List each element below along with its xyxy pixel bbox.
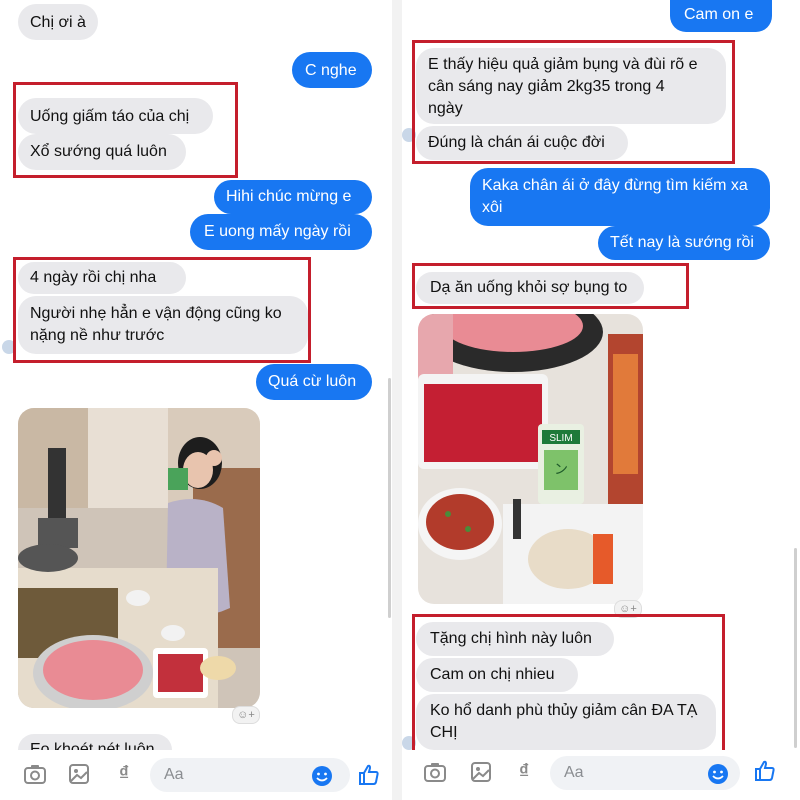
- composer-bar: ₫ Aa: [0, 750, 392, 800]
- message-bubble[interactable]: Quá cừ luôn: [256, 364, 372, 400]
- product-label: SLIM: [549, 433, 572, 444]
- emoji-icon[interactable]: [706, 762, 730, 786]
- input-placeholder: Aa: [564, 764, 584, 781]
- gallery-icon[interactable]: [468, 760, 494, 784]
- message-text: xôi: [482, 199, 503, 216]
- like-thumb-icon[interactable]: [356, 762, 382, 788]
- message-text: C nghe: [305, 62, 357, 79]
- message-bubble[interactable]: C nghe: [292, 52, 372, 88]
- chat-panel-right: Cam on e E thấy hiệu quả giảm bụng và đù…: [402, 0, 800, 800]
- highlight-box: [412, 614, 725, 758]
- dong-currency-icon[interactable]: ₫: [512, 760, 536, 784]
- photo-image: SLIM ン: [418, 314, 643, 604]
- message-bubble[interactable]: Chị ơi à: [18, 4, 98, 40]
- message-text: Cam on e: [684, 6, 754, 23]
- camera-icon[interactable]: [422, 760, 448, 784]
- product-label: ン: [554, 462, 568, 478]
- message-text: Chị ơi à: [30, 14, 86, 31]
- message-text: E uong mấy ngày rồi: [204, 223, 351, 240]
- panel-divider: [392, 0, 402, 800]
- camera-icon[interactable]: [22, 762, 48, 786]
- emoji-icon[interactable]: [310, 764, 334, 788]
- message-bubble[interactable]: Kaka chân ái ở đây đừng tìm kiếm xa xôi: [470, 168, 770, 226]
- shared-photo[interactable]: [18, 408, 260, 708]
- message-text: Quá cừ luôn: [268, 373, 357, 390]
- highlight-box: [412, 40, 735, 164]
- scrollbar[interactable]: [388, 378, 391, 618]
- chat-panel-left: Chị ơi à C nghe Uống giấm táo của chị Xổ…: [0, 0, 392, 800]
- shared-photo[interactable]: SLIM ン: [418, 314, 643, 604]
- message-text: Hihi chúc mừng e: [226, 188, 352, 205]
- like-thumb-icon[interactable]: [752, 758, 778, 784]
- message-text: Tết nay là sướng rồi: [610, 234, 754, 251]
- message-bubble[interactable]: E uong mấy ngày rồi: [190, 214, 372, 250]
- message-text: Kaka chân ái ở đây đừng tìm kiếm xa: [482, 177, 748, 194]
- dong-currency-icon[interactable]: ₫: [112, 762, 136, 786]
- message-bubble[interactable]: Hihi chúc mừng e: [214, 180, 372, 214]
- gallery-icon[interactable]: [66, 762, 92, 786]
- input-placeholder: Aa: [164, 766, 184, 783]
- highlight-box: [412, 263, 689, 309]
- scrollbar[interactable]: [794, 548, 797, 748]
- message-bubble[interactable]: Cam on e: [670, 0, 772, 32]
- highlight-box: [13, 82, 238, 178]
- message-bubble[interactable]: Tết nay là sướng rồi: [598, 226, 770, 260]
- react-icon[interactable]: ☺+: [232, 706, 260, 724]
- composer-bar: ₫ Aa: [402, 750, 800, 800]
- highlight-box: [13, 257, 311, 363]
- photo-image: [18, 408, 260, 708]
